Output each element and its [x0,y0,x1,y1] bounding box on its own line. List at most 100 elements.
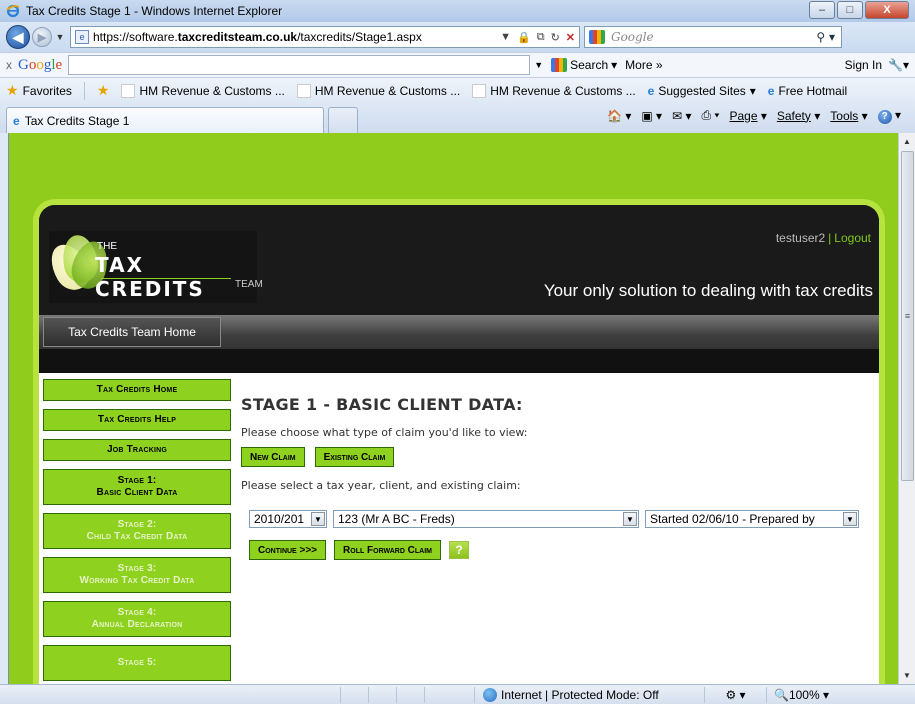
favorites-button[interactable]: ★ Favorites [6,82,72,99]
more-button[interactable]: More » [625,58,662,72]
home-icon[interactable]: 🏠 ▾ [607,109,631,123]
content-area: Tax Credits Home Tax Credits Help Job Tr… [39,373,879,684]
chevron-down-icon: ▼ [843,512,857,526]
new-claim-button[interactable]: New Claim [241,447,305,467]
stop-icon[interactable]: ✕ [566,31,575,44]
close-window-button[interactable]: X [865,1,909,19]
ie-logo-icon [6,4,20,18]
team-home-button[interactable]: Tax Credits Team Home [43,317,221,347]
address-row: ◀ ▶ ▼ e https://software.taxcreditsteam.… [0,22,915,52]
search-box[interactable]: Google ⚲ ▾ [584,26,842,48]
site-header: THE TAX CREDITS TEAM testuser2 | Logout Yo… [39,205,879,315]
tab-tax-credits-stage-1[interactable]: e Tax Credits Stage 1 [6,107,324,133]
url-text[interactable]: https://software.taxcreditsteam.co.uk/ta… [93,30,500,44]
scroll-up-icon[interactable]: ▲ [899,133,915,150]
favorites-bar: ★ Favorites ★ HM Revenue & Customs ... HM… [0,78,915,103]
google-wordmark: Google [18,56,63,73]
favorite-link[interactable]: HM Revenue & Customs ... [296,83,460,98]
google-search-button[interactable]: Search ▾ [551,58,617,72]
site-logo[interactable]: THE TAX CREDITS TEAM [43,231,263,303]
minimize-button[interactable]: – [809,1,835,19]
page-icon: e [75,30,89,44]
zoom-control[interactable]: 🔍 100% ▾ [766,686,836,703]
chevron-down-icon: ▼ [311,512,325,526]
suggested-sites-link[interactable]: e Suggested Sites ▾ [648,84,756,98]
protected-mode-icon[interactable]: ⚙ ▾ [704,686,766,703]
add-favorite-icon[interactable]: ★ [97,82,110,99]
back-button[interactable]: ◀ [6,25,30,49]
page-viewport: THE TAX CREDITS TEAM testuser2 | Logout Yo… [8,133,898,684]
favorite-link[interactable]: HM Revenue & Customs ... [472,83,636,98]
sidebar-item-stage-3[interactable]: Stage 3: Working Tax Credit Data [43,557,231,593]
status-bar: Internet | Protected Mode: Off ⚙ ▾ 🔍 100%… [0,684,915,704]
lock-icon[interactable]: 🔒 [517,31,531,44]
forward-arrow-icon: ▶ [37,31,47,44]
history-dropdown-icon[interactable]: ▼ [54,32,66,42]
google-toolbar: x Google ▼ Search ▾ More » Sign In 🔧▾ [0,52,915,78]
sidebar-item-stage-2[interactable]: Stage 2: Child Tax Credit Data [43,513,231,549]
hotmail-link[interactable]: e Free Hotmail [768,84,847,98]
forward-button[interactable]: ▶ [32,27,52,47]
ie-icon: e [647,83,655,98]
chevron-down-icon[interactable]: ▼ [534,60,543,70]
site-slogan: Your only solution to dealing with tax c… [543,281,873,300]
page-icon [472,83,487,98]
sidebar-item-stage-4[interactable]: Stage 4: Annual Declaration [43,601,231,637]
logout-link[interactable]: Logout [834,231,871,245]
search-icon[interactable]: ⚲ ▾ [816,30,835,44]
tools-menu[interactable]: Tools ▾ [830,109,867,123]
username: testuser2 [775,231,826,245]
search-placeholder: Google [611,30,654,44]
ie-icon: e [13,113,20,128]
globe-icon [483,687,497,702]
page-icon [121,83,136,98]
tax-year-select[interactable]: 2010/201 ▼ [249,510,327,528]
roll-forward-claim-button[interactable]: Roll Forward Claim [334,540,442,560]
continue-button[interactable]: Continue >>> [249,540,327,560]
address-bar[interactable]: e https://software.taxcreditsteam.co.uk/… [70,26,580,48]
page-title: STAGE 1 - BASIC CLIENT DATA: [241,395,523,414]
sidebar-item-stage-5[interactable]: Stage 5: [43,645,231,681]
google-toolbar-input[interactable] [68,55,531,75]
page-icon [296,83,311,98]
scroll-down-icon[interactable]: ▼ [899,667,915,684]
star-icon: ★ [6,82,19,98]
back-arrow-icon: ◀ [12,28,24,45]
logo-the: THE [97,241,117,252]
security-zone[interactable]: Internet | Protected Mode: Off [474,686,704,703]
help-menu[interactable]: ? ▾ [877,108,901,124]
close-toolbar-button[interactable]: x [6,58,12,72]
safety-menu[interactable]: Safety ▾ [777,109,820,123]
zoom-icon: 🔍 [773,687,789,702]
sidebar-item-stage-1[interactable]: Stage 1: Basic Client Data [43,469,231,505]
select-prompt: Please select a tax year, client, and ex… [241,479,521,492]
existing-claim-button[interactable]: Existing Claim [314,447,395,467]
mail-icon[interactable]: ✉ ▾ [672,109,691,123]
client-select[interactable]: 123 (Mr A BC - Freds) ▼ [333,510,639,528]
google-logo-icon [589,30,605,44]
site-frame: THE TAX CREDITS TEAM testuser2 | Logout Yo… [33,199,885,684]
help-button[interactable]: ? [449,541,470,559]
vertical-scrollbar[interactable]: ▲ ≡ ▼ [898,133,915,684]
dropdown-icon[interactable]: ▼ [500,31,511,43]
user-info: testuser2 | Logout [775,231,871,245]
feeds-icon[interactable]: ▣ ▾ [641,109,662,123]
maximize-button[interactable]: □ [837,1,863,19]
sign-in-link[interactable]: Sign In [845,58,882,72]
wrench-icon[interactable]: 🔧▾ [888,58,909,72]
google-logo-icon [551,58,568,72]
scroll-thumb[interactable]: ≡ [901,151,914,481]
refresh-icon[interactable]: ↻ [551,31,560,44]
print-icon[interactable]: ⎙ ▾ [702,108,720,123]
sidebar-item-job-tracking[interactable]: Job Tracking [43,439,231,461]
window-titlebar: Tax Credits Stage 1 - Windows Internet E… [0,0,915,22]
window-title: Tax Credits Stage 1 - Windows Internet E… [26,4,283,18]
sidebar-item-tax-credits-help[interactable]: Tax Credits Help [43,409,231,431]
new-tab-button[interactable] [328,107,358,133]
page-menu[interactable]: Page ▾ [729,109,766,123]
logo-team: TEAM [235,279,263,290]
claim-select[interactable]: Started 02/06/10 - Prepared by ▼ [645,510,859,528]
favorite-link[interactable]: HM Revenue & Customs ... [121,83,285,98]
compatibility-icon[interactable]: ⧉ [537,31,545,44]
sidebar-item-tax-credits-home[interactable]: Tax Credits Home [43,379,231,401]
